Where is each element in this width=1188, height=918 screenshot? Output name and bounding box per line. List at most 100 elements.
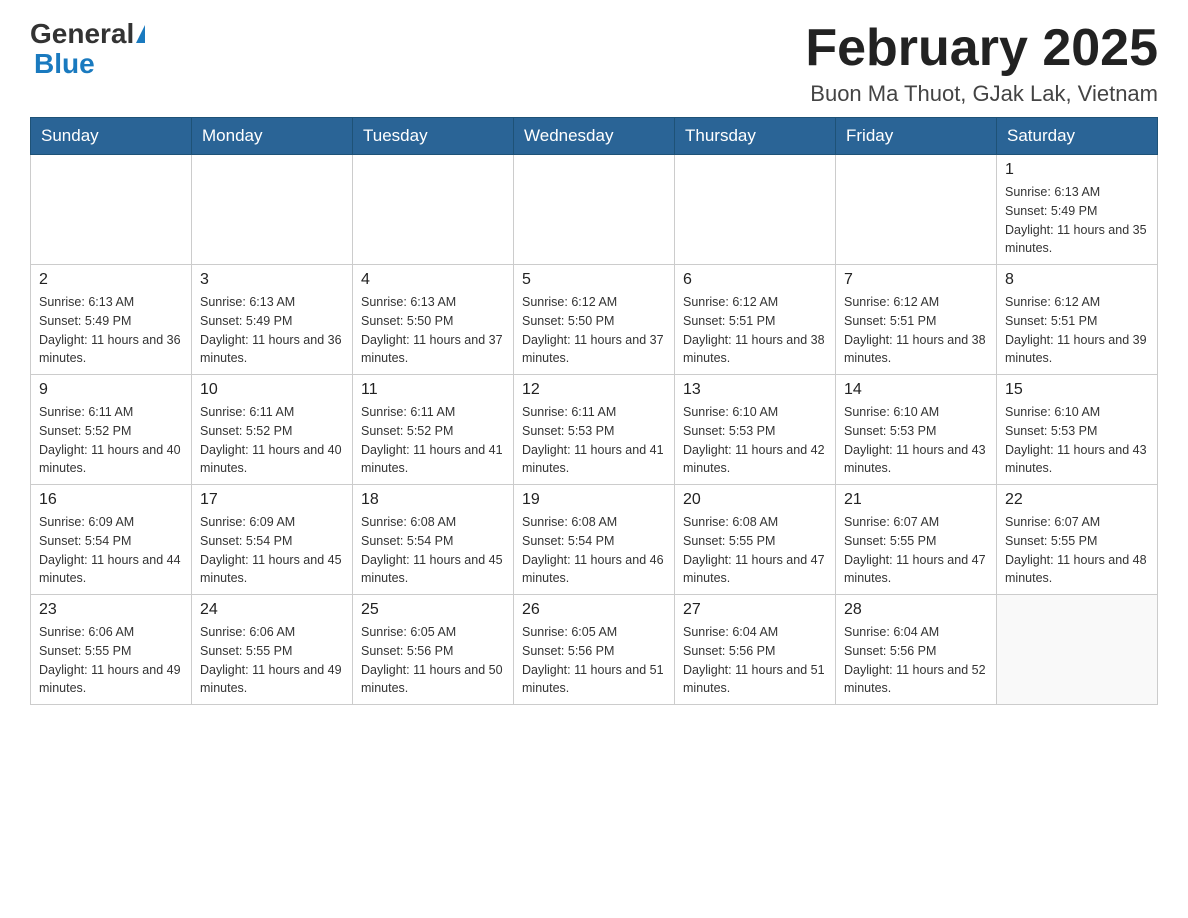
day-cell <box>514 155 675 265</box>
day-cell: 22 Sunrise: 6:07 AMSunset: 5:55 PMDayligh… <box>997 485 1158 595</box>
title-block: February 2025 Buon Ma Thuot, GJak Lak, V… <box>805 20 1158 107</box>
day-info: Sunrise: 6:12 AMSunset: 5:51 PMDaylight:… <box>1005 293 1149 368</box>
logo-triangle-icon <box>136 25 145 43</box>
day-cell: 28 Sunrise: 6:04 AMSunset: 5:56 PMDayligh… <box>836 595 997 705</box>
day-cell <box>675 155 836 265</box>
day-number: 4 <box>361 271 505 289</box>
day-info: Sunrise: 6:12 AMSunset: 5:50 PMDaylight:… <box>522 293 666 368</box>
day-info: Sunrise: 6:11 AMSunset: 5:53 PMDaylight:… <box>522 403 666 478</box>
day-info: Sunrise: 6:10 AMSunset: 5:53 PMDaylight:… <box>1005 403 1149 478</box>
weekday-header-wednesday: Wednesday <box>514 118 675 155</box>
day-cell: 4 Sunrise: 6:13 AMSunset: 5:50 PMDaylight… <box>353 265 514 375</box>
weekday-header-row: SundayMondayTuesdayWednesdayThursdayFrid… <box>31 118 1158 155</box>
day-cell: 7 Sunrise: 6:12 AMSunset: 5:51 PMDaylight… <box>836 265 997 375</box>
weekday-header-sunday: Sunday <box>31 118 192 155</box>
day-info: Sunrise: 6:08 AMSunset: 5:55 PMDaylight:… <box>683 513 827 588</box>
week-row-5: 23 Sunrise: 6:06 AMSunset: 5:55 PMDayligh… <box>31 595 1158 705</box>
day-info: Sunrise: 6:13 AMSunset: 5:49 PMDaylight:… <box>200 293 344 368</box>
day-cell: 12 Sunrise: 6:11 AMSunset: 5:53 PMDayligh… <box>514 375 675 485</box>
day-cell: 20 Sunrise: 6:08 AMSunset: 5:55 PMDayligh… <box>675 485 836 595</box>
day-number: 22 <box>1005 491 1149 509</box>
day-number: 26 <box>522 601 666 619</box>
weekday-header-saturday: Saturday <box>997 118 1158 155</box>
day-info: Sunrise: 6:05 AMSunset: 5:56 PMDaylight:… <box>522 623 666 698</box>
day-number: 15 <box>1005 381 1149 399</box>
week-row-1: 1 Sunrise: 6:13 AMSunset: 5:49 PMDaylight… <box>31 155 1158 265</box>
weekday-header-tuesday: Tuesday <box>353 118 514 155</box>
day-cell: 24 Sunrise: 6:06 AMSunset: 5:55 PMDayligh… <box>192 595 353 705</box>
day-number: 14 <box>844 381 988 399</box>
day-number: 19 <box>522 491 666 509</box>
day-cell <box>353 155 514 265</box>
day-number: 3 <box>200 271 344 289</box>
day-cell: 25Sunrise: 6:05 AMSunset: 5:56 PMDayligh… <box>353 595 514 705</box>
day-cell: 23 Sunrise: 6:06 AMSunset: 5:55 PMDayligh… <box>31 595 192 705</box>
day-info: Sunrise: 6:05 AMSunset: 5:56 PMDaylight:… <box>361 623 505 698</box>
day-info: Sunrise: 6:13 AMSunset: 5:49 PMDaylight:… <box>39 293 183 368</box>
day-cell: 21Sunrise: 6:07 AMSunset: 5:55 PMDayligh… <box>836 485 997 595</box>
day-cell: 9Sunrise: 6:11 AMSunset: 5:52 PMDaylight… <box>31 375 192 485</box>
day-number: 17 <box>200 491 344 509</box>
day-info: Sunrise: 6:04 AMSunset: 5:56 PMDaylight:… <box>683 623 827 698</box>
day-cell: 26 Sunrise: 6:05 AMSunset: 5:56 PMDayligh… <box>514 595 675 705</box>
day-cell: 15 Sunrise: 6:10 AMSunset: 5:53 PMDayligh… <box>997 375 1158 485</box>
calendar-table: SundayMondayTuesdayWednesdayThursdayFrid… <box>30 117 1158 705</box>
day-number: 24 <box>200 601 344 619</box>
day-cell <box>997 595 1158 705</box>
day-info: Sunrise: 6:08 AMSunset: 5:54 PMDaylight:… <box>522 513 666 588</box>
day-info: Sunrise: 6:13 AMSunset: 5:50 PMDaylight:… <box>361 293 505 368</box>
day-number: 12 <box>522 381 666 399</box>
day-info: Sunrise: 6:08 AMSunset: 5:54 PMDaylight:… <box>361 513 505 588</box>
day-cell: 18Sunrise: 6:08 AMSunset: 5:54 PMDayligh… <box>353 485 514 595</box>
day-cell: 10 Sunrise: 6:11 AMSunset: 5:52 PMDayligh… <box>192 375 353 485</box>
day-number: 23 <box>39 601 183 619</box>
day-info: Sunrise: 6:04 AMSunset: 5:56 PMDaylight:… <box>844 623 988 698</box>
day-info: Sunrise: 6:12 AMSunset: 5:51 PMDaylight:… <box>844 293 988 368</box>
day-number: 7 <box>844 271 988 289</box>
day-cell: 1 Sunrise: 6:13 AMSunset: 5:49 PMDaylight… <box>997 155 1158 265</box>
day-info: Sunrise: 6:06 AMSunset: 5:55 PMDaylight:… <box>39 623 183 698</box>
day-info: Sunrise: 6:11 AMSunset: 5:52 PMDaylight:… <box>200 403 344 478</box>
day-info: Sunrise: 6:09 AMSunset: 5:54 PMDaylight:… <box>200 513 344 588</box>
week-row-3: 9Sunrise: 6:11 AMSunset: 5:52 PMDaylight… <box>31 375 1158 485</box>
day-cell: 6Sunrise: 6:12 AMSunset: 5:51 PMDaylight… <box>675 265 836 375</box>
day-cell: 2Sunrise: 6:13 AMSunset: 5:49 PMDaylight… <box>31 265 192 375</box>
weekday-header-thursday: Thursday <box>675 118 836 155</box>
day-number: 10 <box>200 381 344 399</box>
week-row-4: 16Sunrise: 6:09 AMSunset: 5:54 PMDayligh… <box>31 485 1158 595</box>
month-title: February 2025 <box>805 20 1158 77</box>
day-number: 27 <box>683 601 827 619</box>
day-cell: 27 Sunrise: 6:04 AMSunset: 5:56 PMDayligh… <box>675 595 836 705</box>
day-cell: 8 Sunrise: 6:12 AMSunset: 5:51 PMDaylight… <box>997 265 1158 375</box>
day-number: 8 <box>1005 271 1149 289</box>
logo-general-text: General <box>30 20 134 48</box>
day-info: Sunrise: 6:06 AMSunset: 5:55 PMDaylight:… <box>200 623 344 698</box>
day-number: 28 <box>844 601 988 619</box>
location-title: Buon Ma Thuot, GJak Lak, Vietnam <box>805 81 1158 107</box>
day-info: Sunrise: 6:10 AMSunset: 5:53 PMDaylight:… <box>683 403 827 478</box>
day-cell <box>192 155 353 265</box>
page-header: General Blue February 2025 Buon Ma Thuot… <box>30 20 1158 107</box>
day-info: Sunrise: 6:11 AMSunset: 5:52 PMDaylight:… <box>361 403 505 478</box>
day-number: 5 <box>522 271 666 289</box>
day-number: 20 <box>683 491 827 509</box>
day-info: Sunrise: 6:10 AMSunset: 5:53 PMDaylight:… <box>844 403 988 478</box>
day-cell: 14 Sunrise: 6:10 AMSunset: 5:53 PMDayligh… <box>836 375 997 485</box>
day-number: 1 <box>1005 161 1149 179</box>
day-number: 21 <box>844 491 988 509</box>
day-cell: 11 Sunrise: 6:11 AMSunset: 5:52 PMDayligh… <box>353 375 514 485</box>
day-info: Sunrise: 6:13 AMSunset: 5:49 PMDaylight:… <box>1005 183 1149 258</box>
day-info: Sunrise: 6:12 AMSunset: 5:51 PMDaylight:… <box>683 293 827 368</box>
week-row-2: 2Sunrise: 6:13 AMSunset: 5:49 PMDaylight… <box>31 265 1158 375</box>
day-info: Sunrise: 6:11 AMSunset: 5:52 PMDaylight:… <box>39 403 183 478</box>
day-cell: 16Sunrise: 6:09 AMSunset: 5:54 PMDayligh… <box>31 485 192 595</box>
day-number: 11 <box>361 381 505 399</box>
day-cell: 5 Sunrise: 6:12 AMSunset: 5:50 PMDaylight… <box>514 265 675 375</box>
day-info: Sunrise: 6:07 AMSunset: 5:55 PMDaylight:… <box>1005 513 1149 588</box>
day-cell: 3 Sunrise: 6:13 AMSunset: 5:49 PMDaylight… <box>192 265 353 375</box>
day-number: 13 <box>683 381 827 399</box>
day-cell: 19 Sunrise: 6:08 AMSunset: 5:54 PMDayligh… <box>514 485 675 595</box>
day-cell: 17 Sunrise: 6:09 AMSunset: 5:54 PMDayligh… <box>192 485 353 595</box>
day-info: Sunrise: 6:09 AMSunset: 5:54 PMDaylight:… <box>39 513 183 588</box>
day-cell: 13 Sunrise: 6:10 AMSunset: 5:53 PMDayligh… <box>675 375 836 485</box>
